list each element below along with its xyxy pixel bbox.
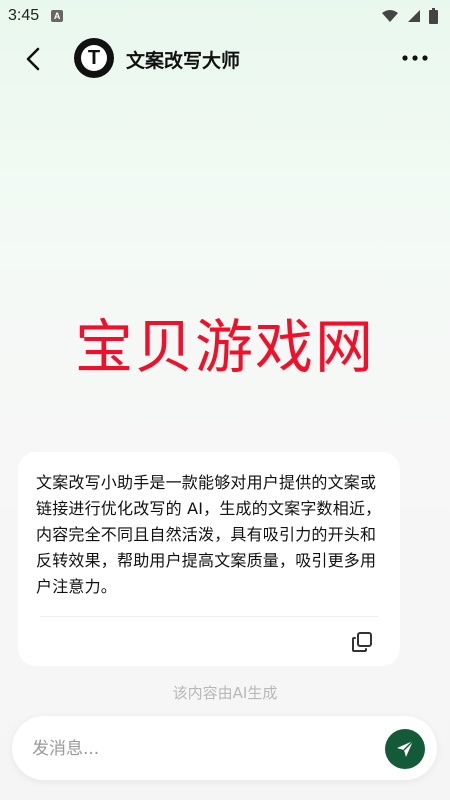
chat-header: T 文案改写大师 — [0, 36, 450, 80]
status-bar: 3:45 A — [0, 0, 450, 32]
app-notification-icon: A — [51, 10, 64, 22]
page-title: 文案改写大师 — [126, 50, 241, 72]
back-button[interactable] — [18, 44, 48, 74]
chevron-left-icon — [26, 47, 40, 71]
message-text: 文案改写小助手是一款能够对用户提供的文案或链接进行优化改写的 AI，生成的文案字… — [36, 473, 382, 596]
signal-icon — [408, 10, 420, 22]
wifi-icon — [382, 10, 398, 22]
send-icon — [397, 740, 414, 757]
message-input[interactable] — [30, 716, 374, 782]
ai-message-card: 文案改写小助手是一款能够对用户提供的文案或链接进行优化改写的 AI，生成的文案字… — [18, 452, 400, 666]
avatar[interactable]: T — [74, 38, 114, 78]
send-button[interactable] — [385, 729, 425, 769]
copy-icon — [352, 632, 372, 652]
avatar-letter: T — [81, 45, 107, 71]
more-dots-icon — [402, 55, 428, 61]
status-right — [381, 8, 438, 24]
ai-generated-note: 该内容由AI生成 — [172, 684, 278, 702]
battery-icon — [429, 8, 438, 24]
status-left: 3:45 A — [8, 7, 64, 25]
status-time: 3:45 — [8, 7, 40, 24]
card-divider — [40, 616, 378, 617]
copy-button[interactable] — [350, 630, 374, 654]
more-options-button[interactable] — [400, 48, 430, 68]
watermark-text: 宝贝游戏网 — [74, 313, 375, 381]
message-input-bar — [12, 716, 437, 782]
